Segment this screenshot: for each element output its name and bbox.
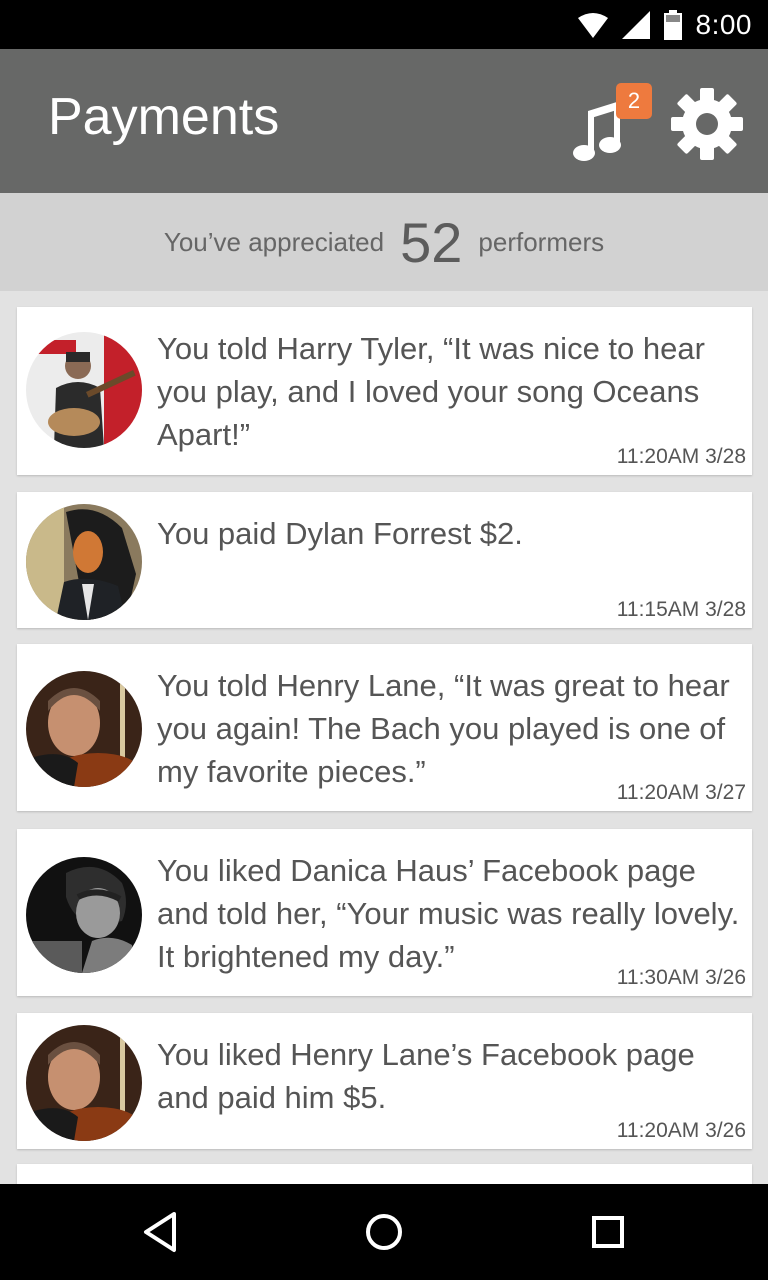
recents-icon xyxy=(592,1216,624,1248)
feed-item[interactable] xyxy=(17,1164,752,1184)
signal-icon xyxy=(621,10,650,39)
status-icons: 8:00 xyxy=(577,0,753,49)
performer-avatar xyxy=(26,857,142,973)
notification-badge: 2 xyxy=(616,83,652,119)
feed-item-time: 11:20AM 3/26 xyxy=(616,1119,746,1142)
battery-icon xyxy=(663,9,682,40)
summary-suffix: performers xyxy=(478,226,605,257)
gear-icon xyxy=(671,88,743,160)
payment-feed: You told Harry Tyler, “It was nice to he… xyxy=(0,291,768,1184)
feed-item-text: You told Henry Lane, “It was great to he… xyxy=(157,668,730,789)
feed-item-text: You paid Dylan Forrest $2. xyxy=(157,516,523,551)
performer-avatar xyxy=(26,1025,142,1141)
performer-avatar xyxy=(26,504,142,620)
feed-item[interactable]: You told Henry Lane, “It was great to he… xyxy=(17,644,752,811)
app-bar: Payments 2 xyxy=(0,49,768,193)
recents-button[interactable] xyxy=(584,1208,632,1256)
performer-avatar xyxy=(26,332,142,448)
performer-avatar xyxy=(26,671,142,787)
status-bar: 8:00 xyxy=(0,0,768,49)
feed-item[interactable]: You liked Henry Lane’s Facebook page and… xyxy=(17,1013,752,1149)
music-notifications-button[interactable]: 2 xyxy=(570,83,654,167)
back-icon xyxy=(144,1212,176,1252)
navigation-bar xyxy=(0,1184,768,1280)
feed-item-time: 11:30AM 3/26 xyxy=(616,966,746,989)
feed-item[interactable]: You told Harry Tyler, “It was nice to he… xyxy=(17,307,752,475)
home-icon xyxy=(366,1214,402,1250)
feed-item-text: You liked Henry Lane’s Facebook page and… xyxy=(157,1037,695,1115)
feed-item-text: You liked Danica Haus’ Facebook page and… xyxy=(157,853,740,974)
feed-item[interactable]: You paid Dylan Forrest $2. 11:15AM 3/28 xyxy=(17,492,752,628)
wifi-icon xyxy=(577,12,608,38)
home-button[interactable] xyxy=(360,1208,408,1256)
feed-item-time: 11:15AM 3/28 xyxy=(616,598,746,621)
performer-count: 52 xyxy=(400,210,463,274)
settings-button[interactable] xyxy=(670,87,744,161)
back-button[interactable] xyxy=(136,1208,184,1256)
feed-item-text: You told Harry Tyler, “It was nice to he… xyxy=(157,331,705,452)
feed-item[interactable]: You liked Danica Haus’ Facebook page and… xyxy=(17,829,752,996)
appreciation-summary: You’ve appreciated 52 performers xyxy=(0,193,768,291)
page-title: Payments xyxy=(48,88,280,146)
status-time: 8:00 xyxy=(695,8,752,40)
summary-prefix: You’ve appreciated xyxy=(163,226,385,257)
feed-item-time: 11:20AM 3/27 xyxy=(616,781,746,804)
feed-item-time: 11:20AM 3/28 xyxy=(616,445,746,468)
